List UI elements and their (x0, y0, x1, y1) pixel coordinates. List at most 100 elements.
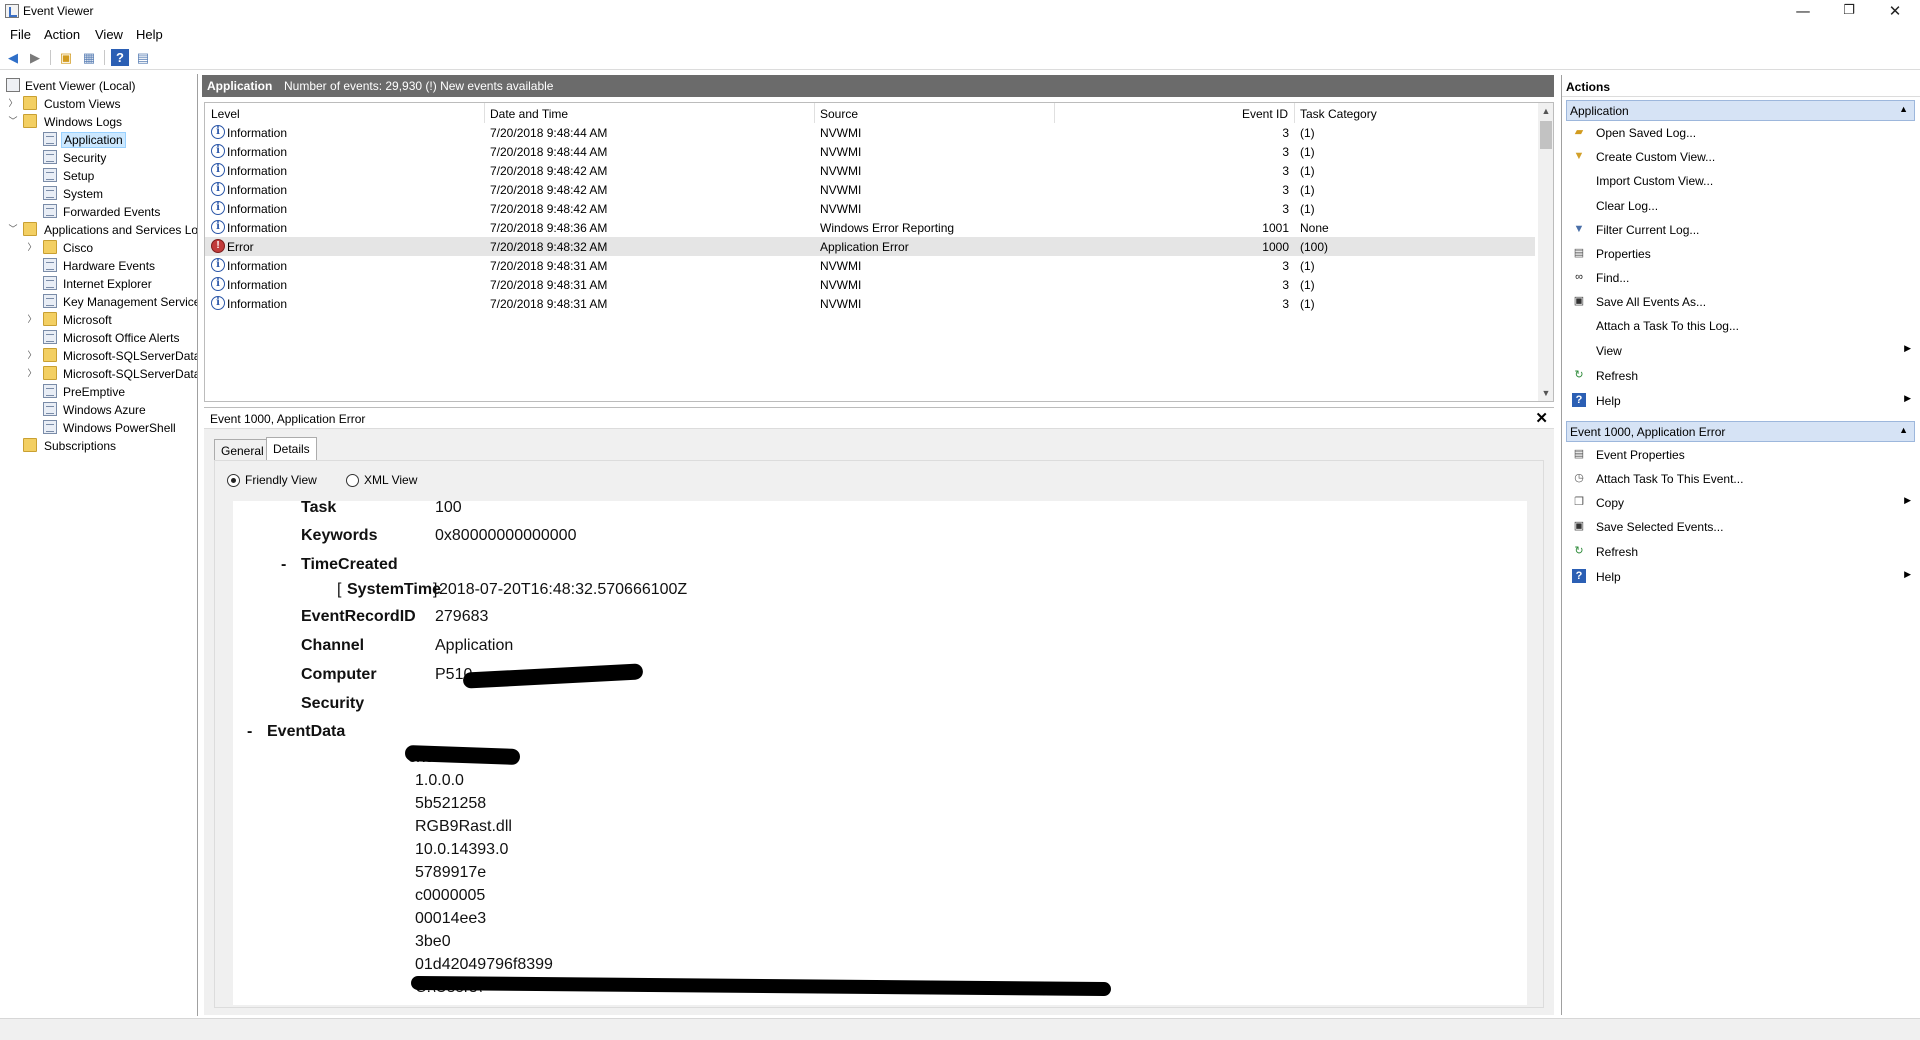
xml-view-label[interactable]: XML View (364, 473, 417, 487)
action-label: Import Custom View... (1596, 174, 1714, 188)
console-tree: Event Viewer (Local) 〉 Custom Views ﹀ Wi… (0, 74, 198, 1016)
folder-icon (23, 96, 37, 110)
information-icon: i (211, 163, 225, 177)
field-value: 279683 (435, 608, 489, 625)
menu-file[interactable]: File (10, 27, 31, 42)
action-refresh[interactable]: ↻ Refresh (1566, 365, 1915, 387)
menu-help[interactable]: Help (136, 27, 163, 42)
action-event-properties[interactable]: ▤ Event Properties (1566, 444, 1915, 466)
expand-icon[interactable]: 〉 (27, 367, 37, 379)
filter-icon: ▼ (1573, 150, 1585, 162)
tree-label: PreEmptive (63, 385, 126, 399)
table-row-selected[interactable]: ! Error 7/20/2018 9:48:32 AM Application… (205, 237, 1535, 256)
help-icon: ? (1572, 393, 1586, 407)
field-value: 0x80000000000000 (435, 527, 577, 544)
log-icon (43, 330, 57, 344)
column-header-source[interactable]: Source (815, 103, 1055, 123)
tree-label: Microsoft-SQLServerData (63, 367, 198, 381)
field-key: TimeCreated (301, 556, 398, 573)
collapse-icon[interactable]: ﹀ (8, 115, 18, 127)
table-row[interactable]: i Information 7/20/2018 9:48:36 AM Windo… (205, 218, 1535, 237)
column-header-task-category[interactable]: Task Category (1295, 103, 1535, 123)
action-create-custom-view[interactable]: ▼ Create Custom View... (1566, 146, 1915, 168)
scrollbar-thumb[interactable] (1540, 121, 1552, 149)
level-cell: Information (227, 259, 288, 273)
action-filter-current-log[interactable]: ▼ Filter Current Log... (1566, 219, 1915, 241)
close-button[interactable]: ✕ (1872, 0, 1918, 22)
copy-icon: ❐ (1574, 496, 1584, 508)
expand-icon[interactable]: 〉 (27, 349, 37, 361)
expand-icon[interactable]: 〉 (27, 241, 37, 253)
show-hide-console-tree-icon[interactable]: ▦ (80, 49, 98, 66)
actions-section-application[interactable]: Application ▲ (1566, 100, 1915, 121)
action-label: Help (1596, 570, 1621, 584)
expand-icon[interactable]: 〉 (27, 313, 37, 325)
collapse-icon[interactable]: ﹀ (8, 223, 18, 235)
actions-title: Actions (1566, 80, 1611, 94)
expand-icon[interactable]: 〉 (8, 97, 18, 109)
table-row[interactable]: i Information 7/20/2018 9:48:44 AM NVWMI… (205, 123, 1535, 142)
source-cell: NVWMI (820, 183, 862, 197)
up-folder-icon[interactable]: ▣ (57, 49, 75, 66)
action-attach-task-to-event[interactable]: ◷ Attach Task To This Event... (1566, 468, 1915, 490)
action-properties[interactable]: ▤ Properties (1566, 243, 1915, 265)
action-view[interactable]: View ▶ (1566, 340, 1915, 362)
action-attach-task-to-log[interactable]: Attach a Task To this Log... (1566, 315, 1915, 337)
table-row[interactable]: i Information 7/20/2018 9:48:31 AM NVWMI… (205, 256, 1535, 275)
field-value: 2018-07-20T16:48:32.570666100Z (439, 581, 688, 598)
field-key: Task (301, 501, 337, 516)
close-detail-icon[interactable]: ✕ (1535, 409, 1548, 427)
action-save-selected-events[interactable]: ▣ Save Selected Events... (1566, 516, 1915, 538)
action-label: Save Selected Events... (1596, 520, 1724, 534)
action-open-saved-log[interactable]: ▰ Open Saved Log... (1566, 122, 1915, 144)
table-row[interactable]: i Information 7/20/2018 9:48:42 AM NVWMI… (205, 199, 1535, 218)
action-copy[interactable]: ❐ Copy ▶ (1566, 492, 1915, 514)
collapse-toggle[interactable]: - (247, 723, 252, 741)
grid-vertical-scrollbar[interactable]: ▲ ▼ (1538, 103, 1553, 401)
table-row[interactable]: i Information 7/20/2018 9:48:31 AM NVWMI… (205, 294, 1535, 313)
table-row[interactable]: i Information 7/20/2018 9:48:44 AM NVWMI… (205, 142, 1535, 161)
show-hide-action-pane-icon[interactable]: ▤ (134, 49, 152, 66)
column-header-date[interactable]: Date and Time (485, 103, 815, 123)
log-icon (43, 204, 57, 218)
action-import-custom-view[interactable]: Import Custom View... (1566, 170, 1915, 192)
friendly-view-radio[interactable] (227, 474, 240, 487)
back-icon[interactable]: ◀ (4, 49, 22, 66)
information-icon: i (211, 182, 225, 196)
source-cell: Windows Error Reporting (820, 221, 955, 235)
event-data-value: 1.0.0.0 (415, 772, 464, 789)
forward-icon[interactable]: ▶ (26, 49, 44, 66)
minimize-button[interactable]: — (1780, 0, 1826, 22)
menu-view[interactable]: View (95, 27, 123, 42)
action-clear-log[interactable]: Clear Log... (1566, 195, 1915, 217)
action-help-event[interactable]: ? Help ▶ (1566, 566, 1915, 588)
table-row[interactable]: i Information 7/20/2018 9:48:42 AM NVWMI… (205, 161, 1535, 180)
collapse-toggle[interactable]: - (281, 556, 286, 574)
actions-section-event[interactable]: Event 1000, Application Error ▲ (1566, 421, 1915, 442)
details-tab-pane: Friendly View XML View Task 100 Keywords… (214, 460, 1544, 1008)
table-row[interactable]: i Information 7/20/2018 9:48:42 AM NVWMI… (205, 180, 1535, 199)
xml-view-radio[interactable] (346, 474, 359, 487)
collapse-up-icon[interactable]: ▲ (1899, 104, 1908, 114)
source-cell: Application Error (820, 240, 909, 254)
action-refresh-event[interactable]: ↻ Refresh (1566, 541, 1915, 563)
action-label: Save All Events As... (1596, 295, 1707, 309)
tab-details[interactable]: Details (266, 437, 317, 461)
action-help[interactable]: ? Help ▶ (1566, 390, 1915, 412)
action-save-all-events[interactable]: ▣ Save All Events As... (1566, 291, 1915, 313)
help-icon[interactable]: ? (111, 49, 129, 66)
table-row[interactable]: i Information 7/20/2018 9:48:31 AM NVWMI… (205, 275, 1535, 294)
menu-action[interactable]: Action (44, 27, 80, 42)
column-header-event-id[interactable]: Event ID (1055, 103, 1295, 123)
scroll-down-icon[interactable]: ▼ (1538, 385, 1553, 401)
details-vertical-scrollbar[interactable]: ︿ ﹀ (1523, 501, 1527, 1005)
collapse-up-icon[interactable]: ▲ (1899, 425, 1908, 435)
maximize-button[interactable]: ❐ (1826, 0, 1872, 22)
friendly-view-label[interactable]: Friendly View (245, 473, 317, 487)
field-key: Security (301, 695, 365, 712)
column-header-level[interactable]: Level (205, 103, 485, 123)
log-icon (43, 276, 57, 290)
action-find[interactable]: ∞ Find... (1566, 267, 1915, 289)
tab-general[interactable]: General (214, 439, 271, 460)
scroll-up-icon[interactable]: ▲ (1538, 103, 1553, 119)
